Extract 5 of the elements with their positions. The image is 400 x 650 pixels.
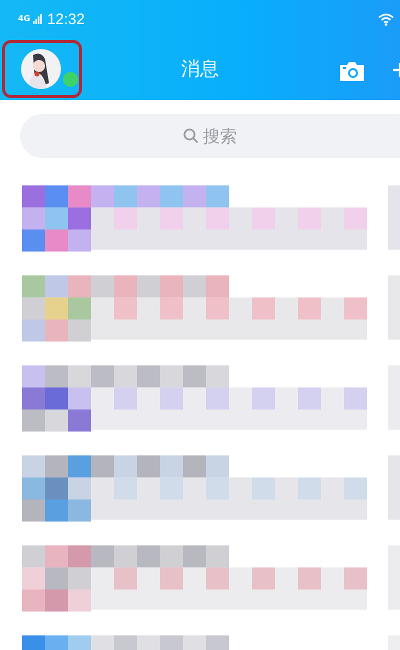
search-field[interactable]: 搜索 <box>20 114 400 158</box>
status-time: 12:32 <box>47 10 85 28</box>
network-label: 4G <box>18 15 30 23</box>
search-placeholder: 搜索 <box>203 126 237 148</box>
page-title: 消息 <box>181 58 219 80</box>
